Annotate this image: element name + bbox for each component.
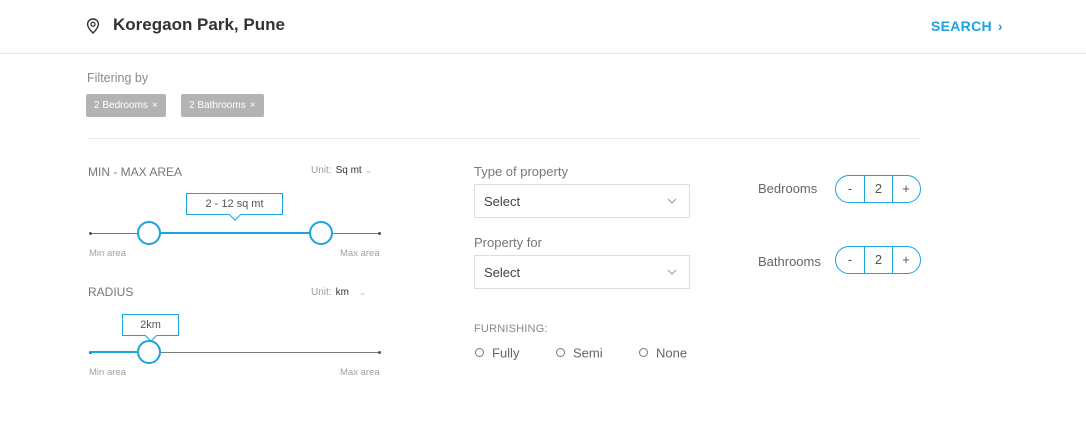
area-max-label: Max area: [340, 248, 380, 259]
bathrooms-label: Bathrooms: [758, 254, 821, 269]
area-range-bubble: 2 - 12 sq mt: [186, 193, 283, 215]
area-min-label: Min area: [89, 248, 126, 259]
bedrooms-decrement-button[interactable]: -: [836, 176, 864, 202]
bedrooms-stepper: - 2 +: [835, 175, 921, 203]
select-value: Select: [484, 265, 521, 280]
unit-label: Unit:: [311, 287, 332, 298]
select-value: Select: [484, 194, 521, 209]
bedrooms-increment-button[interactable]: +: [892, 176, 920, 202]
furnishing-option-semi[interactable]: Semi: [556, 344, 603, 360]
bathrooms-value: 2: [874, 252, 883, 267]
area-slider-fill: [149, 232, 321, 234]
radius-max-label: Max area: [340, 367, 380, 378]
radio-circle-icon: [556, 348, 565, 358]
chevron-down-icon: [667, 198, 677, 204]
property-type-label: Type of property: [474, 164, 568, 179]
property-for-select[interactable]: Select: [474, 255, 690, 289]
unit-value: km: [335, 287, 349, 298]
location-pin-icon: [86, 18, 100, 34]
track-end-dot: [89, 232, 92, 235]
radius-bubble: 2km: [122, 314, 179, 336]
property-type-select[interactable]: Select: [474, 184, 690, 218]
radius-thumb[interactable]: [137, 340, 161, 364]
property-for-label: Property for: [474, 235, 542, 250]
remove-chip-icon[interactable]: ×: [152, 100, 158, 111]
radius-min-label: Min area: [89, 367, 126, 378]
remove-chip-icon[interactable]: ×: [250, 100, 256, 111]
chevron-down-icon: ⌄: [358, 287, 367, 297]
area-min-thumb[interactable]: [137, 221, 161, 245]
chevron-down-icon: ⌄: [364, 165, 373, 175]
filter-chip-label: 2 Bathrooms: [189, 100, 246, 111]
radio-circle-icon: [475, 348, 484, 358]
furnishing-label: FURNISHING:: [474, 323, 548, 335]
radio-label: None: [656, 345, 688, 361]
bedrooms-label: Bedrooms: [758, 181, 818, 196]
furnishing-option-fully[interactable]: Fully: [475, 344, 519, 360]
unit-value: Sq mt: [335, 165, 362, 176]
radio-label: Semi: [573, 345, 603, 361]
location-title: Koregaon Park, Pune: [113, 15, 285, 34]
filter-chip-bedrooms[interactable]: 2 Bedrooms ×: [86, 94, 166, 117]
bedrooms-value: 2: [874, 181, 883, 196]
radius-title: RADIUS: [88, 285, 134, 299]
area-title: MIN - MAX AREA: [88, 165, 183, 179]
area-max-thumb[interactable]: [309, 221, 333, 245]
bathrooms-stepper: - 2 +: [835, 246, 921, 274]
chevron-right-icon: ›: [997, 18, 1003, 34]
chevron-down-icon: [667, 269, 677, 275]
bathrooms-increment-button[interactable]: +: [892, 247, 920, 273]
track-end-dot: [378, 351, 381, 354]
radio-label: Fully: [492, 345, 520, 361]
filtering-by-label: Filtering by: [87, 71, 149, 85]
radius-unit-select[interactable]: Unit: km ⌄: [311, 287, 366, 298]
search-button[interactable]: SEARCH ›: [931, 18, 1003, 34]
filter-chip-label: 2 Bedrooms: [94, 100, 148, 111]
bathrooms-decrement-button[interactable]: -: [836, 247, 864, 273]
track-end-dot: [378, 232, 381, 235]
filter-chip-bathrooms[interactable]: 2 Bathrooms ×: [181, 94, 264, 117]
header-bar: Koregaon Park, Pune SEARCH ›: [0, 0, 1086, 54]
radio-circle-icon: [639, 348, 648, 358]
area-unit-select[interactable]: Unit: Sq mt ⌄: [311, 165, 372, 176]
unit-label: Unit:: [311, 165, 332, 176]
furnishing-option-none[interactable]: None: [639, 344, 687, 360]
search-button-label: SEARCH: [931, 18, 992, 34]
section-divider: [87, 138, 921, 139]
